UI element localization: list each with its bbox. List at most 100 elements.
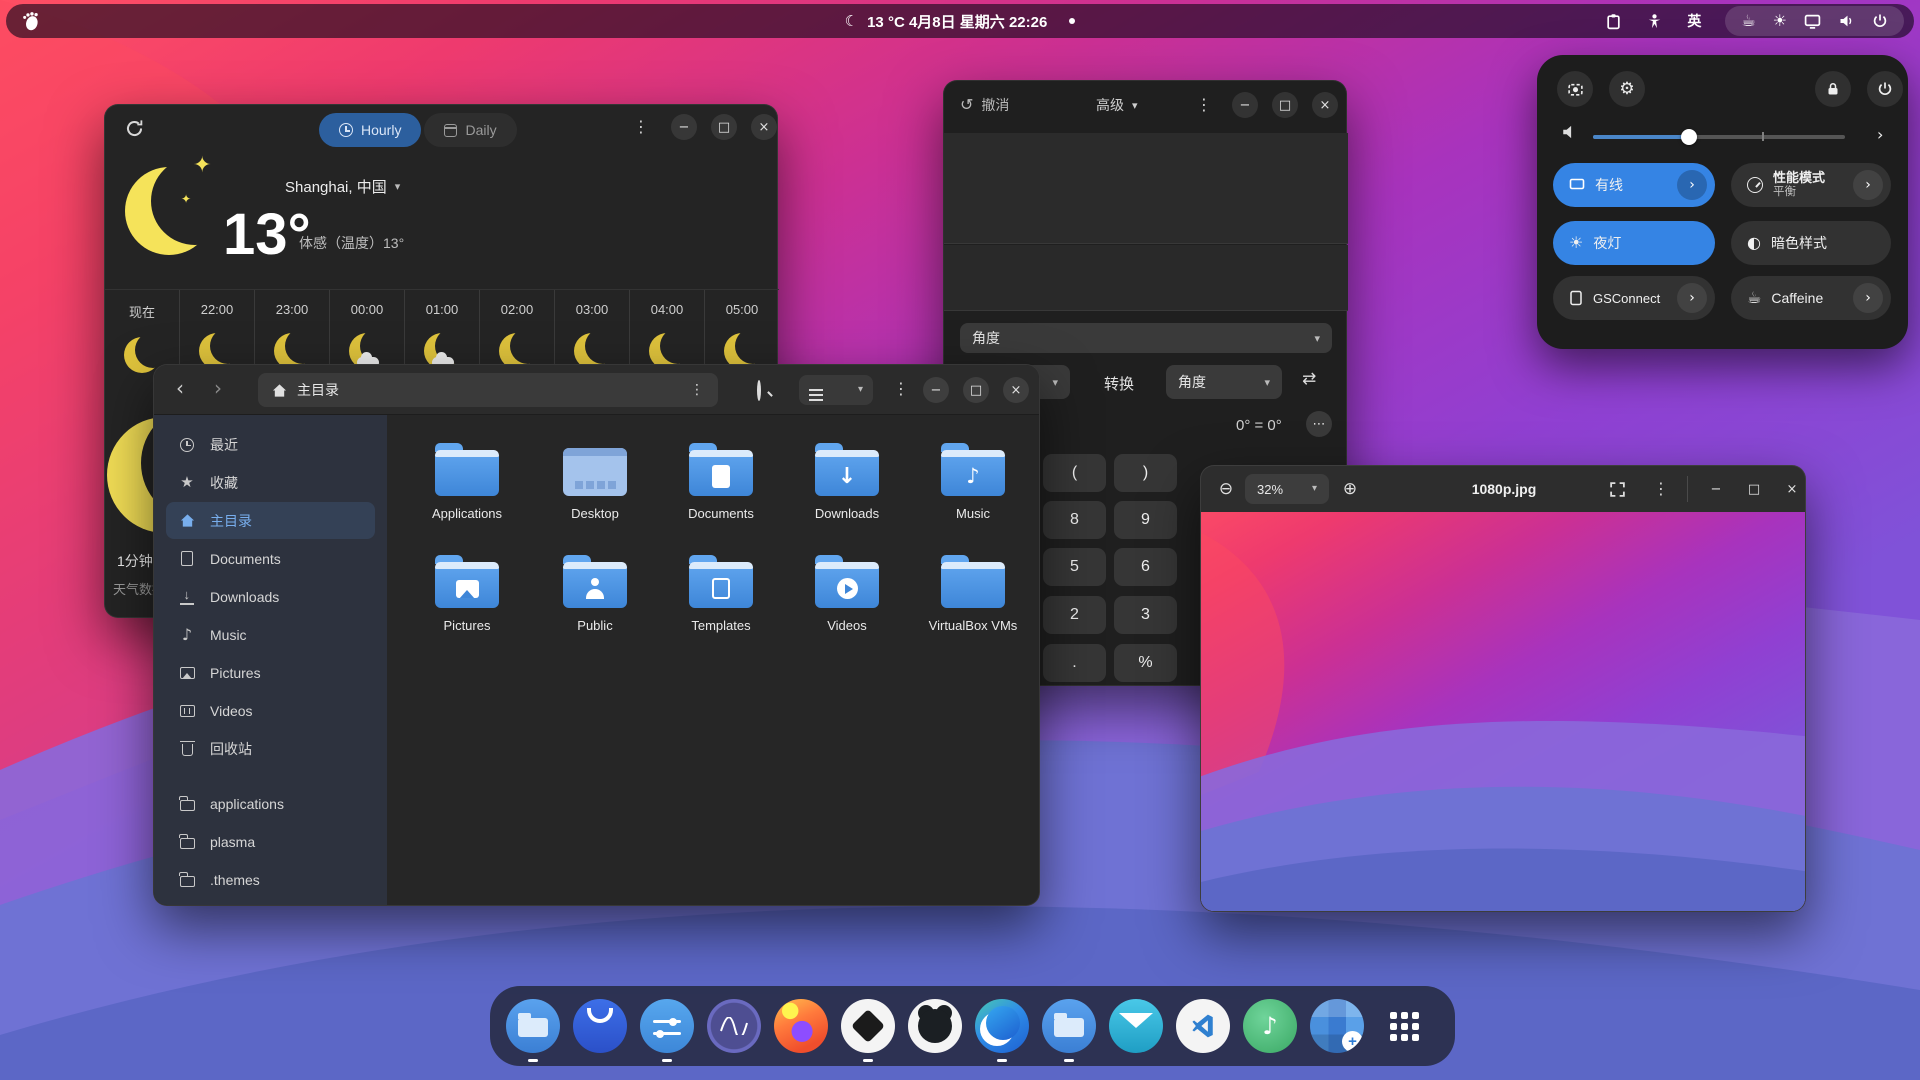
close-button[interactable]: ×: [751, 114, 777, 140]
unit-to-dropdown[interactable]: 角度 ▾: [1166, 365, 1282, 399]
image-content[interactable]: [1201, 512, 1806, 912]
forward-button[interactable]: ›: [214, 378, 222, 398]
night-light-toggle[interactable]: ☀ 夜灯: [1553, 221, 1715, 265]
maximize-button[interactable]: □: [963, 377, 989, 403]
calc-display[interactable]: [944, 133, 1348, 244]
dock-item-system-monitor[interactable]: [707, 999, 761, 1053]
menu-button[interactable]: ⋮: [1653, 481, 1669, 497]
screenshot-button[interactable]: [1557, 71, 1593, 107]
calc-key[interactable]: %: [1114, 644, 1177, 682]
angle-dropdown[interactable]: 角度 ▾: [960, 323, 1332, 353]
volume-expand-chevron[interactable]: ›: [1877, 127, 1883, 143]
back-button[interactable]: ‹: [176, 378, 184, 398]
dark-style-toggle[interactable]: ◐ 暗色样式: [1731, 221, 1891, 265]
quick-settings-button[interactable]: ☕ ☀: [1725, 6, 1904, 36]
maximize-button[interactable]: □: [1272, 92, 1298, 118]
dock-item-firefox[interactable]: [774, 999, 828, 1053]
power-button[interactable]: [1867, 71, 1903, 107]
minimize-button[interactable]: −: [1232, 92, 1258, 118]
view-toggle-button[interactable]: ▾: [799, 375, 873, 405]
file-item[interactable]: Pictures: [405, 555, 529, 633]
clipboard-icon[interactable]: [1605, 13, 1622, 30]
sidebar-item-documents[interactable]: Documents: [166, 540, 375, 577]
mode-selector[interactable]: 高级 ▾: [1096, 95, 1138, 115]
search-button[interactable]: [757, 380, 761, 401]
dock-item-vscode[interactable]: [1176, 999, 1230, 1053]
menu-button[interactable]: ⋮: [893, 381, 909, 397]
calc-key[interactable]: .: [1043, 644, 1106, 682]
close-button[interactable]: ×: [1003, 377, 1029, 403]
sidebar-item-videos[interactable]: Videos: [166, 692, 375, 729]
caffeine-toggle[interactable]: ☕ Caffeine ›: [1731, 276, 1891, 320]
file-item[interactable]: VirtualBox VMs: [911, 555, 1035, 633]
sidebar-item-plasma[interactable]: plasma: [166, 823, 375, 860]
minimize-button[interactable]: −: [923, 377, 949, 403]
settings-button[interactable]: ⚙: [1609, 71, 1645, 107]
app-grid-button[interactable]: [1377, 999, 1431, 1053]
gsconnect-toggle[interactable]: GSConnect ›: [1553, 276, 1715, 320]
maximize-button[interactable]: □: [1741, 476, 1767, 502]
dock-item-inkscape[interactable]: [841, 999, 895, 1053]
activities-button[interactable]: [20, 4, 42, 38]
chevron-right-icon[interactable]: ›: [1677, 283, 1707, 313]
file-item[interactable]: Applications: [405, 443, 529, 521]
dock-item-file-manager[interactable]: [1042, 999, 1096, 1053]
chevron-right-icon[interactable]: ›: [1677, 170, 1707, 200]
fullscreen-button[interactable]: [1609, 481, 1626, 503]
chevron-right-icon[interactable]: ›: [1853, 170, 1883, 200]
dock-item-github[interactable]: [908, 999, 962, 1053]
file-item[interactable]: Templates: [659, 555, 783, 633]
zoom-out-button[interactable]: ⊖: [1213, 476, 1239, 502]
input-method-indicator[interactable]: 英: [1687, 11, 1701, 31]
sidebar-item-starred[interactable]: ★ 收藏: [166, 464, 375, 501]
tab-daily[interactable]: Daily: [424, 113, 517, 147]
close-button[interactable]: ×: [1779, 476, 1805, 502]
sidebar-item-home[interactable]: 主目录: [166, 502, 375, 539]
undo-button[interactable]: ↺ 撤消: [960, 95, 1009, 115]
minimize-button[interactable]: −: [671, 114, 697, 140]
file-item[interactable]: ♪ Music: [911, 443, 1035, 521]
refresh-button[interactable]: [125, 119, 144, 143]
minimize-button[interactable]: −: [1703, 476, 1729, 502]
file-item[interactable]: Documents: [659, 443, 783, 521]
menu-button[interactable]: ⋮: [1196, 97, 1212, 113]
zoom-level-dropdown[interactable]: 32% ▾: [1245, 474, 1329, 504]
dock-item-web-app[interactable]: [573, 999, 627, 1053]
lock-button[interactable]: [1815, 71, 1851, 107]
dock-item-files[interactable]: [506, 999, 560, 1053]
path-bar[interactable]: 主目录 ⋮: [258, 373, 718, 407]
sidebar-item-themes[interactable]: .themes: [166, 861, 375, 898]
calc-key[interactable]: 8: [1043, 501, 1106, 539]
sidebar-item-recent[interactable]: 最近: [166, 426, 375, 463]
sidebar-item-applications[interactable]: applications: [166, 785, 375, 822]
clock-button[interactable]: ☾ 13 °C 4月8日 星期六 22:26: [845, 11, 1048, 32]
sidebar-item-music[interactable]: ♪ Music: [166, 616, 375, 653]
file-item[interactable]: Desktop: [533, 443, 657, 521]
file-item[interactable]: ↓ Downloads: [785, 443, 909, 521]
file-item[interactable]: Public: [533, 555, 657, 633]
wired-network-toggle[interactable]: 有线 ›: [1553, 163, 1715, 207]
maximize-button[interactable]: □: [711, 114, 737, 140]
file-item[interactable]: Videos: [785, 555, 909, 633]
path-menu-icon[interactable]: ⋮: [690, 383, 704, 397]
dock-item-mail[interactable]: [1109, 999, 1163, 1053]
tab-hourly[interactable]: Hourly: [319, 113, 422, 147]
sidebar-item-pictures[interactable]: Pictures: [166, 654, 375, 691]
power-profile-toggle[interactable]: 性能模式 平衡 ›: [1731, 163, 1891, 207]
chevron-right-icon[interactable]: ›: [1853, 283, 1883, 313]
menu-button[interactable]: ⋮: [633, 119, 649, 135]
sidebar-item-downloads[interactable]: Downloads: [166, 578, 375, 615]
dock-item-settings[interactable]: [640, 999, 694, 1053]
calc-key[interactable]: 6: [1114, 548, 1177, 586]
swap-units-button[interactable]: ⇄: [1302, 371, 1316, 388]
dock-item-music[interactable]: ♪: [1243, 999, 1297, 1053]
close-button[interactable]: ×: [1312, 92, 1338, 118]
zoom-in-button[interactable]: ⊕: [1337, 476, 1363, 502]
sidebar-item-trash[interactable]: 回收站: [166, 730, 375, 767]
calc-key[interactable]: 5: [1043, 548, 1106, 586]
volume-slider-knob[interactable]: [1681, 129, 1697, 145]
calc-key[interactable]: 2: [1043, 596, 1106, 634]
more-options-button[interactable]: ⋯: [1306, 411, 1332, 437]
calc-key[interactable]: 9: [1114, 501, 1177, 539]
dock-item-software[interactable]: [1310, 999, 1364, 1053]
